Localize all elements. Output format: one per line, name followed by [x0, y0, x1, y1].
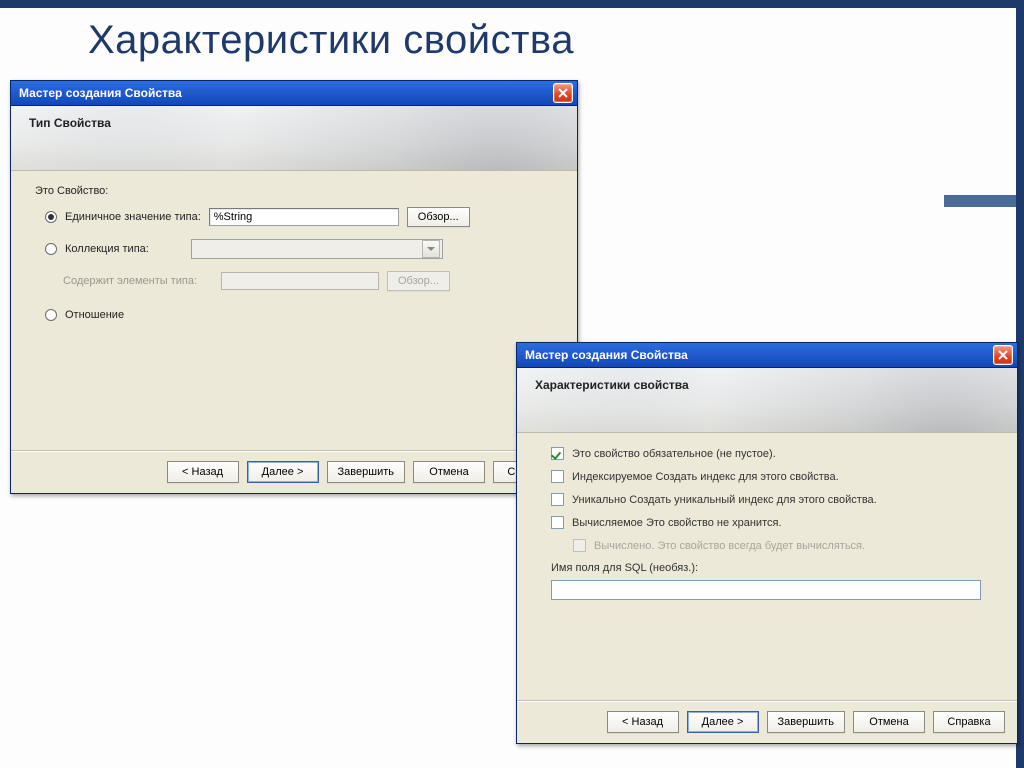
- next-button[interactable]: Далее >: [247, 461, 319, 483]
- wizard-content: Это Свойство: Единичное значение типа: О…: [11, 171, 577, 450]
- wizard-heading: Тип Свойства: [29, 116, 563, 130]
- element-type-input: [221, 272, 379, 290]
- next-button[interactable]: Далее >: [687, 711, 759, 733]
- wizard-button-bar: < Назад Далее > Завершить Отмена Справка: [517, 700, 1017, 743]
- sql-field-label: Имя поля для SQL (необяз.):: [551, 562, 993, 574]
- cb-calculated-row: Вычислено. Это свойство всегда будет выч…: [573, 539, 993, 552]
- finish-button[interactable]: Завершить: [767, 711, 845, 733]
- wizard-button-bar: < Назад Далее > Завершить Отмена Справка: [11, 450, 577, 493]
- option-collection-row: Коллекция типа:: [45, 239, 553, 259]
- cb-computed-row: Вычисляемое Это свойство не хранится.: [551, 516, 993, 529]
- wizard-heading: Характеристики свойства: [535, 378, 1003, 392]
- cb-computed-label: Вычисляемое Это свойство не хранится.: [572, 517, 782, 529]
- section-label: Это Свойство:: [35, 185, 553, 197]
- finish-button[interactable]: Завершить: [327, 461, 405, 483]
- option-single-value-row: Единичное значение типа: Обзор...: [45, 207, 553, 227]
- radio-collection[interactable]: [45, 243, 57, 255]
- cb-required-row: Это свойство обязательное (не пустое).: [551, 447, 993, 460]
- back-button[interactable]: < Назад: [607, 711, 679, 733]
- radio-relationship[interactable]: [45, 309, 57, 321]
- window-title: Мастер создания Свойства: [19, 86, 182, 100]
- cb-calculated: [573, 539, 586, 552]
- type-input[interactable]: [209, 208, 399, 226]
- help-button[interactable]: Справка: [933, 711, 1005, 733]
- slide-border-top: [0, 0, 1024, 8]
- collection-combo[interactable]: [191, 239, 443, 259]
- back-button[interactable]: < Назад: [167, 461, 239, 483]
- radio-single-value[interactable]: [45, 211, 57, 223]
- chevron-down-icon: [422, 240, 440, 258]
- collection-elements-label: Содержит элементы типа:: [63, 275, 213, 287]
- cb-unique[interactable]: [551, 493, 564, 506]
- close-icon: [558, 88, 568, 98]
- collection-element-type-row: Содержит элементы типа: Обзор...: [63, 271, 553, 291]
- close-button[interactable]: [553, 83, 573, 103]
- cb-required-label: Это свойство обязательное (не пустое).: [572, 448, 776, 460]
- cb-unique-label: Уникально Создать уникальный индекс для …: [572, 494, 877, 506]
- cb-indexed-row: Индексируемое Создать индекс для этого с…: [551, 470, 993, 483]
- option-relationship-row: Отношение: [45, 309, 553, 321]
- browse-button-2: Обзор...: [387, 271, 450, 291]
- cb-computed[interactable]: [551, 516, 564, 529]
- wizard-header: Характеристики свойства: [517, 368, 1017, 433]
- cb-calculated-label: Вычислено. Это свойство всегда будет выч…: [594, 540, 865, 552]
- radio-relationship-label: Отношение: [65, 309, 183, 321]
- wizard-window-characteristics: Мастер создания Свойства Характеристики …: [516, 342, 1018, 744]
- wizard-window-type: Мастер создания Свойства Тип Свойства Эт…: [10, 80, 578, 494]
- cancel-button[interactable]: Отмена: [413, 461, 485, 483]
- cancel-button[interactable]: Отмена: [853, 711, 925, 733]
- cb-indexed-label: Индексируемое Создать индекс для этого с…: [572, 471, 839, 483]
- slide-accent-stub: [944, 195, 1016, 207]
- cb-unique-row: Уникально Создать уникальный индекс для …: [551, 493, 993, 506]
- window-title: Мастер создания Свойства: [525, 348, 688, 362]
- sql-field-input[interactable]: [551, 580, 981, 600]
- wizard-content: Это свойство обязательное (не пустое). И…: [517, 433, 1017, 700]
- close-icon: [998, 350, 1008, 360]
- cb-indexed[interactable]: [551, 470, 564, 483]
- radio-single-value-label: Единичное значение типа:: [65, 211, 201, 223]
- radio-collection-label: Коллекция типа:: [65, 243, 183, 255]
- wizard-header: Тип Свойства: [11, 106, 577, 171]
- titlebar[interactable]: Мастер создания Свойства: [517, 343, 1017, 368]
- titlebar[interactable]: Мастер создания Свойства: [11, 81, 577, 106]
- slide-title: Характеристики свойства: [88, 18, 574, 63]
- browse-button-1[interactable]: Обзор...: [407, 207, 470, 227]
- cb-required[interactable]: [551, 447, 564, 460]
- close-button[interactable]: [993, 345, 1013, 365]
